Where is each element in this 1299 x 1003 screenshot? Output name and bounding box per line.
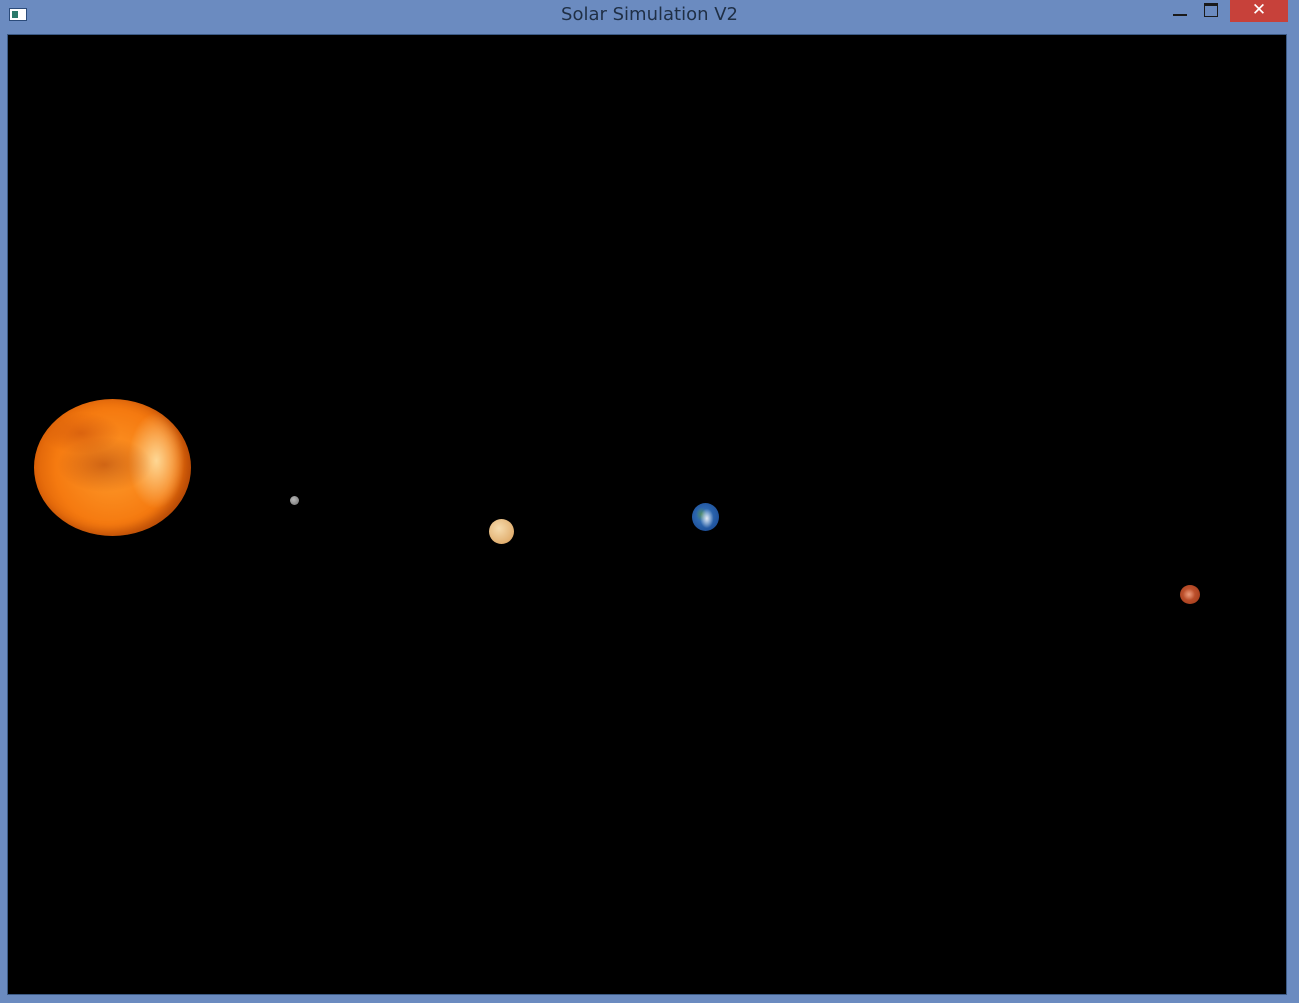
window-title: Solar Simulation V2 [561,4,738,25]
minimize-icon [1173,14,1187,16]
title-bar[interactable]: Solar Simulation V2 ✕ [0,0,1299,32]
mercury [290,496,299,505]
earth [692,503,719,531]
minimize-button[interactable] [1165,0,1195,22]
maximize-icon [1204,3,1218,17]
simulation-viewport[interactable] [7,34,1287,995]
app-window: Solar Simulation V2 ✕ [0,0,1299,1003]
close-icon: ✕ [1251,0,1267,20]
close-button[interactable]: ✕ [1230,0,1288,22]
venus [489,519,514,544]
maximize-button[interactable] [1197,0,1227,22]
mars [1180,585,1200,604]
sun [34,399,191,536]
